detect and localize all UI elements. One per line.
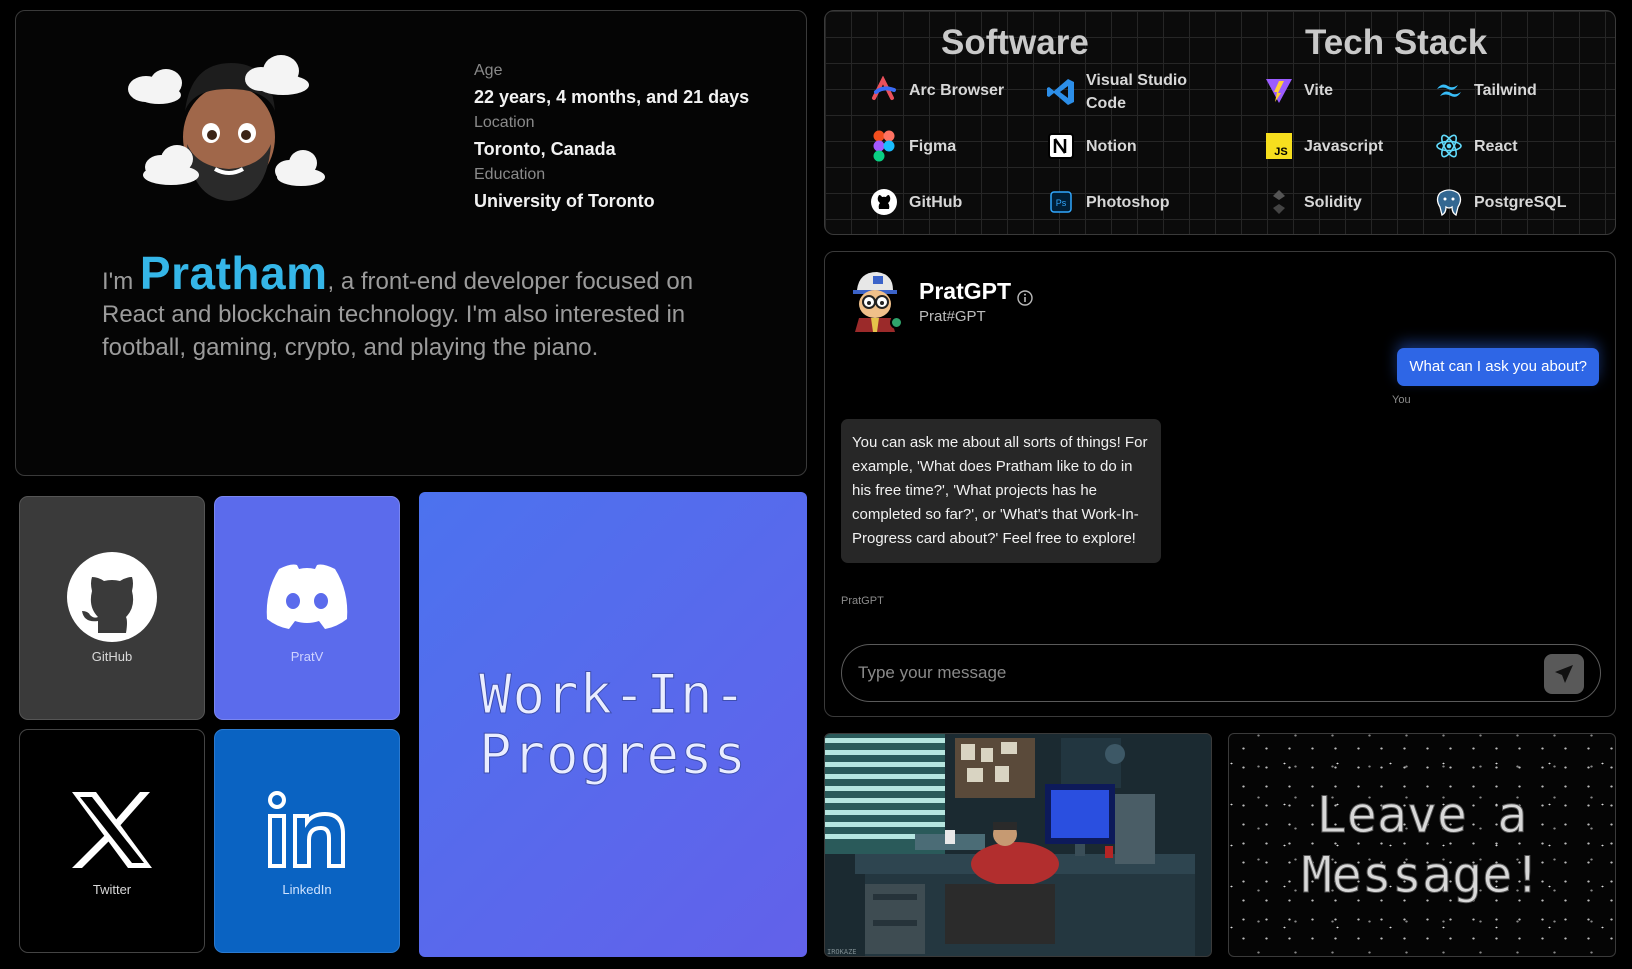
chat-message-input[interactable] (858, 655, 1518, 691)
leave-message-line-2: Message! (1301, 846, 1543, 905)
location-label: Location (474, 114, 535, 131)
bot-handle: Prat#GPT (919, 308, 986, 325)
stack-item-label: Notion (1086, 137, 1137, 155)
postgresql-icon (1434, 187, 1464, 217)
user-message-sender: You (1392, 394, 1411, 406)
svg-text:JS: JS (1274, 146, 1287, 158)
wip-title: Work-In- Progress (478, 662, 748, 786)
stack-item-label: Solidity (1304, 193, 1362, 211)
stack-item-tailwind[interactable]: Tailwind (1434, 75, 1537, 105)
online-status-dot (890, 316, 903, 329)
javascript-icon: JS (1264, 131, 1294, 161)
send-icon (1555, 665, 1573, 683)
pixel-room-illustration: IROKAZE (825, 734, 1211, 956)
github-icon (64, 549, 160, 645)
profile-info: Age 22 years, 4 months, and 21 days Loca… (474, 59, 749, 215)
vscode-icon (1046, 77, 1076, 107)
react-icon (1434, 131, 1464, 161)
solidity-icon (1264, 187, 1294, 217)
linkedin-icon (259, 782, 355, 878)
figma-icon (869, 130, 899, 162)
age-value: 22 years, 4 months, and 21 days (474, 87, 750, 107)
education-value: University of Toronto (474, 191, 655, 211)
wip-title-line-1: Work-In- (478, 662, 748, 726)
stack-item-label: Figma (909, 137, 957, 155)
bio-text: I'm Pratham, a front-end developer focus… (102, 250, 742, 364)
svg-text:Ps: Ps (1056, 198, 1067, 208)
user-message-bubble: What can I ask you about? (1397, 348, 1599, 386)
stack-item-vite[interactable]: Vite (1264, 75, 1333, 105)
leave-message-line-1: Leave a (1316, 786, 1528, 845)
photoshop-icon: Ps (1046, 187, 1076, 217)
arc-browser-icon (869, 75, 899, 105)
social-tile-github[interactable]: GitHub (19, 496, 205, 720)
vite-icon (1264, 75, 1294, 105)
social-tile-label: PratV (290, 649, 324, 664)
work-in-progress-card[interactable]: Work-In- Progress (419, 492, 807, 957)
stack-item-postgresql[interactable]: PostgreSQL (1434, 187, 1566, 217)
stack-item-label: PostgreSQL (1474, 193, 1567, 211)
tailwind-icon (1434, 75, 1464, 105)
chat-input-container (841, 644, 1601, 702)
notion-icon (1046, 131, 1076, 161)
stack-item-notion[interactable]: Notion (1046, 131, 1137, 161)
github-icon (869, 187, 899, 217)
profile-name: Pratham (139, 247, 328, 299)
stack-card: Software Tech Stack Arc Browser Figma Gi… (824, 10, 1616, 235)
chat-card: PratGPT Prat#GPT What can I ask you abou… (824, 251, 1616, 717)
x-twitter-icon (64, 782, 160, 878)
memoji-avatar-image (128, 55, 325, 201)
social-tile-label: Twitter (92, 882, 132, 897)
age-label: Age (474, 62, 503, 79)
profile-card: Age 22 years, 4 months, and 21 days Loca… (15, 10, 807, 476)
location-value: Toronto, Canada (474, 139, 616, 159)
stack-item-label: Photoshop (1086, 193, 1170, 211)
stack-item-arc-browser[interactable]: Arc Browser (869, 75, 1004, 105)
stack-item-label: React (1474, 137, 1518, 155)
send-button[interactable] (1544, 654, 1584, 694)
stack-item-label: GitHub (909, 193, 963, 211)
leave-message-card[interactable]: Leave a Message! (1228, 733, 1616, 957)
social-tile-twitter[interactable]: Twitter (19, 729, 205, 953)
tech-stack-heading: Tech Stack (1305, 23, 1488, 62)
stack-item-vscode[interactable]: Visual Studio Code (1046, 69, 1196, 115)
social-tile-label: LinkedIn (282, 882, 332, 897)
stack-item-solidity[interactable]: Solidity (1264, 187, 1362, 217)
leave-message-title: Leave a Message! (1301, 785, 1543, 905)
stack-item-figma[interactable]: Figma (869, 130, 957, 162)
bot-name: PratGPT (919, 278, 1012, 304)
discord-icon (259, 549, 355, 645)
pixel-art-room-image: IROKAZE (824, 733, 1212, 957)
social-tile-discord[interactable]: PratV (214, 496, 400, 720)
bio-prefix: I'm (102, 268, 140, 295)
social-tile-label: GitHub (91, 649, 133, 664)
bot-message-bubble: You can ask me about all sorts of things… (841, 419, 1161, 563)
stack-item-label: Arc Browser (909, 81, 1005, 99)
stack-item-label: Visual Studio Code (1086, 72, 1188, 112)
social-tile-linkedin[interactable]: LinkedIn (214, 729, 400, 953)
stack-item-photoshop[interactable]: Ps Photoshop (1046, 187, 1170, 217)
stack-item-label: Javascript (1304, 137, 1384, 155)
software-heading: Software (941, 23, 1089, 62)
artist-signature: IROKAZE (827, 948, 857, 956)
education-label: Education (474, 166, 546, 183)
stack-item-github[interactable]: GitHub (869, 187, 962, 217)
bot-message-sender: PratGPT (841, 595, 884, 607)
stack-item-label: Tailwind (1474, 81, 1537, 99)
info-icon[interactable] (1017, 290, 1033, 306)
stack-item-react[interactable]: React (1434, 131, 1518, 161)
stack-item-label: Vite (1304, 81, 1334, 99)
wip-title-line-2: Progress (478, 722, 748, 786)
stack-item-javascript[interactable]: JS Javascript (1264, 131, 1383, 161)
